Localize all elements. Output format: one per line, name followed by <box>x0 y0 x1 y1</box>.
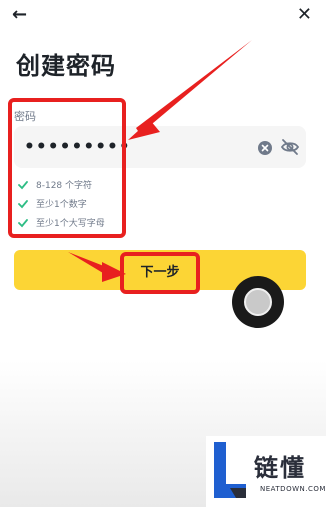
watermark-logo <box>214 442 246 498</box>
annotation-arrows <box>68 40 252 282</box>
watermark: 链懂 NEATDOWN.COM <box>206 436 326 507</box>
watermark-text: 链懂 <box>254 454 306 482</box>
watermark-subtext: NEATDOWN.COM <box>260 485 326 493</box>
